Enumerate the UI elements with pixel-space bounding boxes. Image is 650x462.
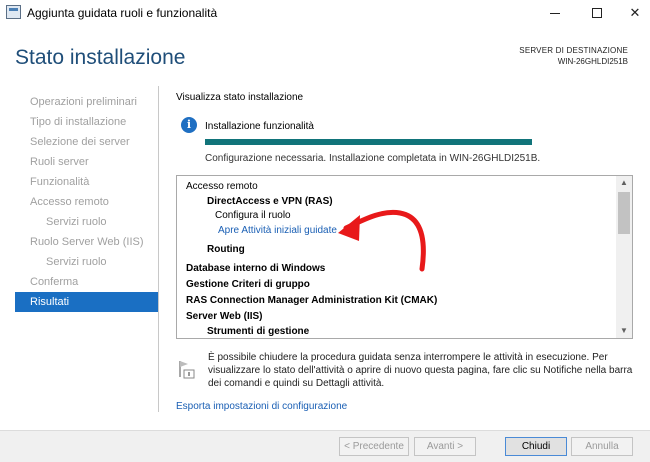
server-manager-icon	[6, 5, 21, 19]
nav-item-accesso-remoto: Accesso remoto	[30, 196, 109, 208]
nav-divider	[158, 86, 159, 412]
installation-progress-bar	[205, 139, 532, 145]
destination-server-name: WIN-26GHLDI251B	[557, 57, 628, 66]
previous-button[interactable]: < Precedente	[339, 437, 409, 456]
scroll-up-arrow-icon[interactable]: ▲	[616, 176, 632, 190]
minimize-icon	[550, 12, 560, 14]
result-ras-cmak: RAS Connection Manager Administration Ki…	[186, 295, 438, 306]
result-server-web-iis: Server Web (IIS)	[186, 311, 263, 322]
close-window-button[interactable]: ✕	[612, 0, 650, 26]
next-button[interactable]: Avanti >	[414, 437, 476, 456]
result-strumenti-gestione: Strumenti di gestione	[207, 326, 310, 337]
maximize-icon	[592, 8, 602, 18]
result-routing: Routing	[207, 244, 245, 255]
cancel-button[interactable]: Annulla	[571, 437, 633, 456]
nav-item-risultati[interactable]: Risultati	[15, 292, 158, 312]
view-status-label: Visualizza stato installazione	[176, 92, 304, 103]
nav-item-servizi-ruolo-iis: Servizi ruolo	[46, 256, 107, 268]
nav-item-servizi-ruolo-ras: Servizi ruolo	[46, 216, 107, 228]
info-icon: i	[181, 117, 197, 133]
export-settings-link[interactable]: Esporta impostazioni di configurazione	[176, 401, 347, 412]
result-configura-ruolo: Configura il ruolo	[215, 210, 291, 221]
title-bar: Aggiunta guidata ruoli e funzionalità ✕	[0, 0, 650, 26]
installation-status-text: Configurazione necessaria. Installazione…	[205, 153, 541, 164]
wizard-close-note: È possibile chiudere la procedura guidat…	[208, 352, 633, 389]
result-gestione-criteri: Gestione Criteri di gruppo	[186, 279, 310, 290]
progress-fill	[205, 139, 532, 145]
nav-item-ruoli-server: Ruoli server	[30, 156, 89, 168]
close-icon: ✕	[629, 5, 641, 20]
result-directaccess-vpn: DirectAccess e VPN (RAS)	[207, 196, 333, 207]
scroll-down-arrow-icon[interactable]: ▼	[616, 324, 632, 338]
minimize-button[interactable]	[532, 0, 578, 26]
nav-item-selezione-server: Selezione dei server	[30, 136, 130, 148]
nav-item-funzionalita: Funzionalità	[30, 176, 90, 188]
result-database-interno: Database interno di Windows	[186, 263, 326, 274]
result-link-attivita-iniziali[interactable]: Apre Attività iniziali guidate	[218, 225, 337, 236]
nav-item-server-web-iis: Ruolo Server Web (IIS)	[30, 236, 144, 248]
window-title: Aggiunta guidata ruoli e funzionalità	[27, 6, 218, 20]
destination-server-label: SERVER DI DESTINAZIONE	[519, 46, 628, 55]
close-button[interactable]: Chiudi	[505, 437, 567, 456]
page-title: Stato installazione	[15, 46, 186, 69]
scroll-thumb[interactable]	[618, 192, 630, 234]
installation-title: Installazione funzionalità	[205, 121, 314, 132]
results-scrollbar[interactable]: ▲ ▼	[616, 176, 632, 338]
nav-item-operazioni-preliminari: Operazioni preliminari	[30, 96, 137, 108]
results-list-box[interactable]: Accesso remoto DirectAccess e VPN (RAS) …	[176, 175, 633, 339]
nav-item-conferma: Conferma	[30, 276, 79, 288]
wizard-steps-nav: Operazioni preliminari Tipo di installaz…	[15, 92, 158, 312]
notification-flag-icon	[179, 361, 195, 379]
result-accesso-remoto: Accesso remoto	[186, 181, 258, 192]
nav-item-tipo-installazione: Tipo di installazione	[30, 116, 127, 128]
